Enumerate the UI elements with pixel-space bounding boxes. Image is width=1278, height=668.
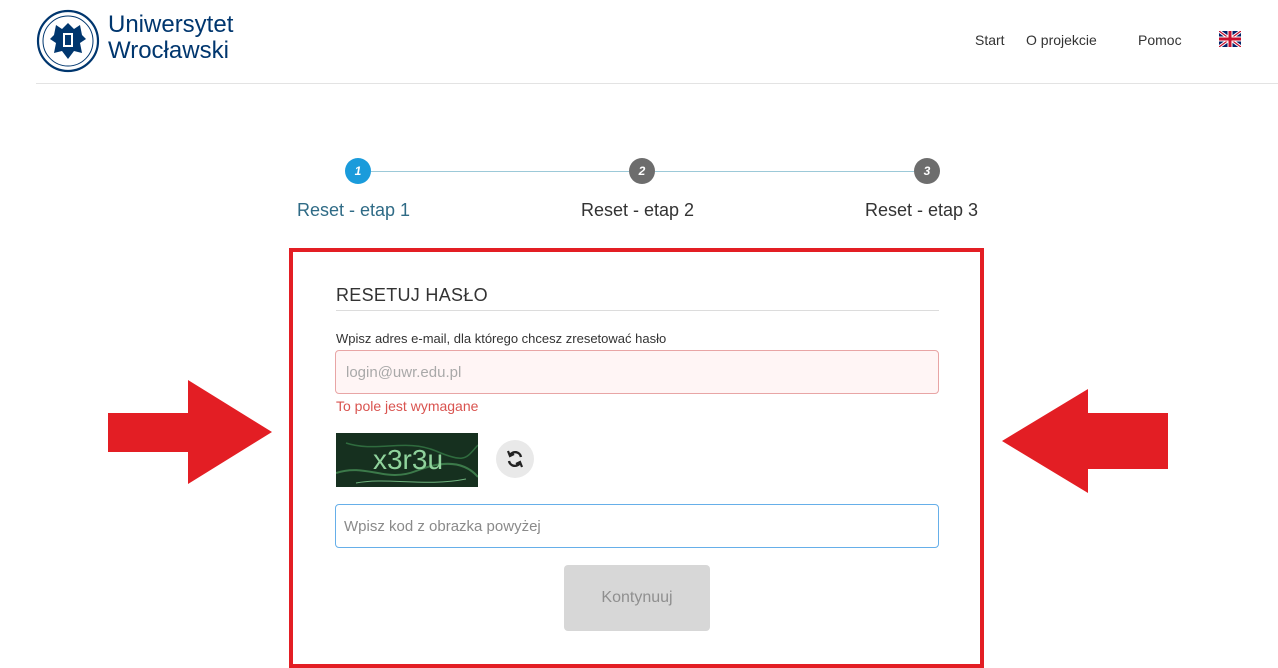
captcha-code-field[interactable] [335, 504, 939, 548]
arrow-right-annotation [108, 380, 272, 484]
nav-o-projekcie[interactable]: O projekcie [1026, 32, 1097, 48]
email-field[interactable] [335, 350, 939, 394]
captcha-text: x3r3u [373, 444, 443, 475]
brand-name[interactable]: Uniwersytet Wrocławski [108, 12, 233, 64]
form-title: RESETUJ HASŁO [336, 285, 488, 305]
step-1-indicator: 1 [345, 158, 371, 184]
step-connector-1-2 [371, 171, 629, 172]
uk-flag-icon[interactable] [1219, 31, 1241, 47]
email-error-message: To pole jest wymagane [336, 398, 479, 414]
arrow-left-annotation [1002, 389, 1168, 493]
brand-line-2: Wrocławski [108, 37, 229, 64]
step-3-indicator: 3 [914, 158, 940, 184]
brand-line-1: Uniwersytet [108, 11, 234, 38]
step-3-label: Reset - etap 3 [865, 200, 979, 220]
step-2-indicator: 2 [629, 158, 655, 184]
nav-pomoc[interactable]: Pomoc [1138, 32, 1182, 48]
header-divider [36, 83, 1278, 84]
email-label: Wpisz adres e-mail, dla którego chcesz z… [336, 331, 667, 346]
step-connector-2-3 [655, 171, 914, 172]
nav-start[interactable]: Start [975, 32, 1005, 48]
step-2-label: Reset - etap 2 [581, 200, 695, 220]
form-title-divider [336, 310, 939, 311]
continue-button[interactable]: Kontynuuj [564, 565, 710, 631]
captcha-image: x3r3u [336, 433, 478, 487]
site-header: Uniwersytet Wrocławski Start O projekcie… [0, 0, 1278, 84]
refresh-icon [506, 450, 524, 468]
university-logo[interactable] [36, 9, 100, 73]
refresh-captcha-button[interactable] [496, 440, 534, 478]
step-1-label: Reset - etap 1 [297, 200, 411, 220]
